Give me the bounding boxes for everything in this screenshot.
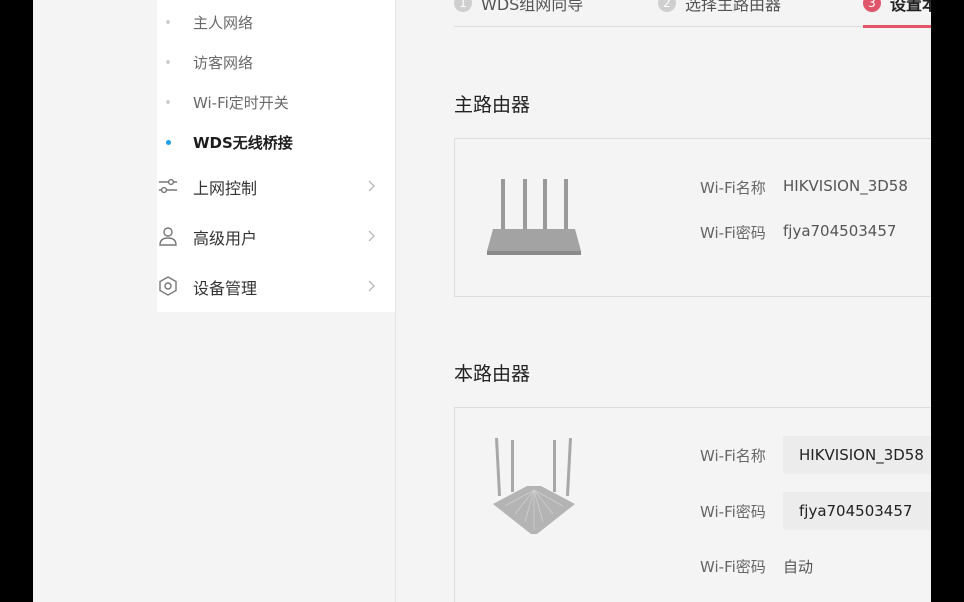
sidebar-item-internet-control[interactable]: 上网控制 <box>157 163 395 211</box>
main-content: 1 WDS组网向导 2 选择主路由器 3 设置本 主路由器 Wi-Fi名称 HI… <box>396 0 931 602</box>
wizard-steps-divider <box>454 26 931 27</box>
sidebar-item-device-management[interactable]: 设备管理 <box>157 263 395 311</box>
step-label: WDS组网向导 <box>481 0 584 14</box>
wizard-active-step-indicator <box>863 25 931 28</box>
step-label: 设置本 <box>890 0 931 14</box>
sidebar-subitem-label: WDS无线桥接 <box>193 133 293 152</box>
wifi-password-input[interactable]: fjya704503457 <box>783 492 931 530</box>
step-number-badge: 3 <box>863 0 881 12</box>
wifi-name-input[interactable]: HIKVISION_3D58 <box>783 436 931 474</box>
sidebar-subitem-wds-bridge[interactable]: WDS无线桥接 <box>157 122 395 162</box>
wizard-steps: 1 WDS组网向导 2 选择主路由器 3 设置本 <box>454 0 931 18</box>
step-number-badge: 2 <box>658 0 676 12</box>
wizard-step-3[interactable]: 3 设置本 <box>863 0 931 18</box>
sidebar-subitem-host-network[interactable]: 主人网络 <box>157 2 395 42</box>
chevron-right-icon <box>368 180 375 192</box>
bullet-dot-icon <box>166 20 170 24</box>
wifi-name-value: HIKVISION_3D58 <box>783 177 908 195</box>
chevron-right-icon <box>368 280 375 292</box>
wifi-password-value: fjya704503457 <box>783 222 897 240</box>
sidebar-subitem-label: 访客网络 <box>193 53 254 72</box>
active-bullet-dot-icon <box>166 139 171 145</box>
router-icon <box>493 437 575 534</box>
router-icon <box>487 179 581 255</box>
wifi-password-mode-value: 自动 <box>783 558 814 576</box>
this-router-title: 本路由器 <box>454 363 531 385</box>
wifi-password-mode-label: Wi-Fi密码 <box>700 558 766 576</box>
sidebar-subitem-label: 主人网络 <box>193 13 254 32</box>
wizard-step-2[interactable]: 2 选择主路由器 <box>658 0 781 18</box>
bullet-dot-icon <box>166 60 170 64</box>
wifi-password-label: Wi-Fi密码 <box>700 503 766 521</box>
step-label: 选择主路由器 <box>685 0 782 14</box>
main-router-title: 主路由器 <box>454 94 531 116</box>
sidebar-subitem-label: Wi-Fi定时开关 <box>193 93 289 112</box>
user-icon <box>159 227 177 246</box>
sidebar-item-label: 设备管理 <box>193 279 258 298</box>
sidebar-subitem-guest-network[interactable]: 访客网络 <box>157 42 395 82</box>
sliders-icon <box>159 178 177 194</box>
wizard-step-1[interactable]: 1 WDS组网向导 <box>454 0 583 18</box>
sidebar-item-label: 高级用户 <box>193 229 258 248</box>
sidebar-subitem-wifi-schedule[interactable]: Wi-Fi定时开关 <box>157 82 395 122</box>
bullet-dot-icon <box>166 100 170 104</box>
wifi-name-label: Wi-Fi名称 <box>700 179 766 197</box>
step-number-badge: 1 <box>454 0 472 12</box>
main-router-card: Wi-Fi名称 HIKVISION_3D58 Wi-Fi密码 fjya70450… <box>454 138 931 297</box>
router-admin-page: 主人网络 访客网络 Wi-Fi定时开关 WDS无线桥接 上网控制 高级用户 设备… <box>33 0 931 602</box>
sidebar: 主人网络 访客网络 Wi-Fi定时开关 WDS无线桥接 上网控制 高级用户 设备… <box>157 0 395 602</box>
wifi-name-label: Wi-Fi名称 <box>700 447 766 465</box>
wifi-password-label: Wi-Fi密码 <box>700 224 766 242</box>
sidebar-item-label: 上网控制 <box>193 179 258 198</box>
this-router-card: Wi-Fi名称 HIKVISION_3D58 Wi-Fi密码 fjya70450… <box>454 407 931 602</box>
chevron-right-icon <box>368 230 375 242</box>
device-gear-icon <box>159 276 177 296</box>
sidebar-item-advanced-user[interactable]: 高级用户 <box>157 213 395 261</box>
